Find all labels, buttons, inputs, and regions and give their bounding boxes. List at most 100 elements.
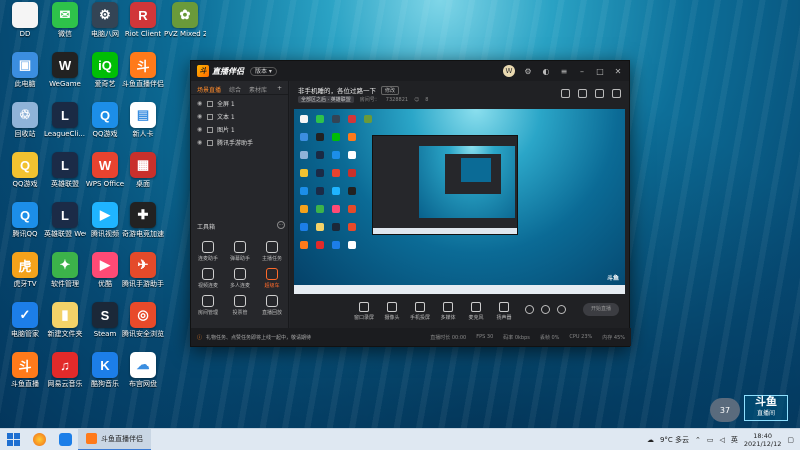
start-button[interactable] <box>0 429 26 450</box>
desktop-icon[interactable]: ✉ 微信 <box>44 2 86 38</box>
tab-assets[interactable]: 素材库 <box>249 85 267 94</box>
desktop-icon[interactable]: ✦ 软件管理 <box>44 252 86 288</box>
desktop-icon[interactable]: ▣ 此电脑 <box>4 52 46 88</box>
lock-icon[interactable] <box>578 89 587 98</box>
toolbox-item[interactable]: 多人连麦 <box>225 268 255 289</box>
toolbox-item[interactable]: 连麦助手 <box>193 241 223 262</box>
desktop-icon[interactable]: 斗斗鱼直播 <box>4 352 46 388</box>
notification-icon[interactable]: ▢ <box>787 436 794 444</box>
settings-icon[interactable]: ⚙ <box>523 67 533 76</box>
desktop-icon[interactable]: ✈ 腾讯手游助手 <box>122 252 164 288</box>
toolbox-item[interactable]: 房间管理 <box>193 295 223 316</box>
network-icon[interactable]: ▭ <box>707 436 714 444</box>
source-control[interactable]: 窗口录屏 <box>350 302 378 321</box>
desktop-icon[interactable]: ▶ 腾讯视频 <box>84 202 126 238</box>
taskbar-kugou[interactable] <box>52 429 78 450</box>
desktop-icon[interactable]: Q QQ游戏 <box>4 152 46 188</box>
weather-text[interactable]: 9°C 多云 <box>660 435 689 445</box>
refresh-icon[interactable] <box>595 89 604 98</box>
source-control[interactable]: 扬声器 <box>490 302 518 321</box>
desktop-icon[interactable]: 斗斗鱼直播伴侣 <box>122 52 164 88</box>
desktop-icon[interactable]: Q QQ游戏 <box>84 102 126 138</box>
menu-icon[interactable]: ≡ <box>559 67 569 76</box>
desktop-icon[interactable]: ♲ 回收站 <box>4 102 46 138</box>
desktop-icon[interactable]: K 酷狗音乐 <box>84 352 126 388</box>
add-scene-icon[interactable]: + <box>277 85 282 92</box>
source-control-icon <box>415 302 425 312</box>
skin-icon[interactable]: ◐ <box>541 67 551 76</box>
desktop-icon[interactable]: ◎ 腾讯安全浏览器 <box>122 302 164 338</box>
edit-title-button[interactable]: 修改 <box>381 85 400 95</box>
toolbox-item[interactable]: 主播任务 <box>257 241 287 262</box>
desktop-icon[interactable]: ☁ 布宫网盘 <box>122 352 164 388</box>
desktop-icon[interactable]: S Steam <box>84 302 126 338</box>
desktop-icon[interactable]: 虎虎牙TV <box>4 252 46 288</box>
preview-icon <box>316 187 324 195</box>
desktop-icon[interactable]: W WPS Office <box>84 152 126 188</box>
toolbox-item-icon <box>234 268 246 280</box>
desktop-icon[interactable]: ⚙ 电脑八网 <box>84 2 126 38</box>
scene-row[interactable]: ◉ 腾讯手游助手 <box>191 136 288 149</box>
desktop-icon[interactable]: ▦ 桌面 <box>122 152 164 188</box>
visibility-eye-icon[interactable]: ◉ <box>197 126 203 133</box>
desktop-icon[interactable]: R Riot Client <box>122 2 164 38</box>
desktop-icon[interactable]: ▶ 优酷 <box>84 252 126 288</box>
source-control[interactable]: 手机投屏 <box>406 302 434 321</box>
desktop-icon[interactable]: W WeGame <box>44 52 86 88</box>
grid-icon[interactable] <box>561 89 570 98</box>
tray-chevron-icon[interactable]: ⌃ <box>695 436 701 444</box>
stream-preview[interactable]: 斗鱼 <box>294 109 625 294</box>
toolbox-more-icon[interactable]: ⋯ <box>277 221 285 229</box>
desktop-icon[interactable]: ✓ 电脑管家 <box>4 302 46 338</box>
desktop-icon[interactable]: ▮ 新建文件夹 <box>44 302 86 338</box>
toolbox-item[interactable]: 视频连麦 <box>193 268 223 289</box>
desktop-icon[interactable]: ✚ 奇游电竞加速器 <box>122 202 164 238</box>
toolbox-item-label: 弹幕助手 <box>229 256 250 262</box>
desktop-icon-label: 斗鱼直播伴侣 <box>122 80 164 88</box>
visibility-eye-icon[interactable]: ◉ <box>197 100 203 107</box>
toolbox-item[interactable]: 直播回放 <box>257 295 287 316</box>
desktop-icon[interactable]: ♫ 网易云音乐 <box>44 352 86 388</box>
desktop-icon[interactable]: DD <box>4 2 46 38</box>
tab-general[interactable]: 综合 <box>229 85 241 94</box>
desktop-icon-label: DD <box>19 30 31 38</box>
avatar[interactable]: W <box>503 65 515 77</box>
desktop-app-icon: ▮ <box>52 302 78 328</box>
desktop-icon[interactable]: Q 腾讯QQ <box>4 202 46 238</box>
desktop-icon[interactable]: ✿ PVZ Mixed 2.05 RTM... <box>164 2 206 38</box>
scene-row[interactable]: ◉ 全屏 1 <box>191 97 288 110</box>
source-control[interactable]: 多媒体 <box>434 302 462 321</box>
volume-icon[interactable]: ◁ <box>720 436 725 444</box>
clock[interactable]: 18:40 2021/12/12 <box>744 432 781 448</box>
desktop-icon[interactable]: ▤ 新人卡 <box>122 102 164 138</box>
visibility-eye-icon[interactable]: ◉ <box>197 113 203 120</box>
taskbar-browser[interactable] <box>26 429 52 450</box>
toolbox-item[interactable]: 投票管 <box>225 295 255 316</box>
desktop-icon[interactable]: L LeagueCli... - 快捷方式 <box>44 102 86 138</box>
tab-scene[interactable]: 场景直播 <box>197 85 221 94</box>
toolbox-item[interactable]: 弹幕助手 <box>225 241 255 262</box>
taskbar-active-app[interactable]: 斗鱼直播伴侣 <box>78 428 151 450</box>
scene-row[interactable]: ◉ 图片 1 <box>191 123 288 136</box>
toolbox-item[interactable]: 超级车 <box>257 268 287 289</box>
version-badge[interactable]: 版本 ▾ <box>250 66 277 76</box>
room-category[interactable]: 全部区之后 · 英雄联盟 <box>298 96 354 103</box>
settings-icon[interactable] <box>557 305 566 314</box>
source-control[interactable]: 摄像头 <box>378 302 406 321</box>
source-control-icon <box>387 302 397 312</box>
start-live-button[interactable]: 开始直播 <box>583 303 619 316</box>
kugou-icon <box>58 433 72 446</box>
ime-indicator[interactable]: 英 <box>731 435 738 445</box>
desktop-icon[interactable]: iQ 爱奇艺 <box>84 52 126 88</box>
desktop-icon[interactable]: L 英雄联盟 <box>44 152 86 188</box>
record-icon[interactable] <box>525 305 534 314</box>
scene-row[interactable]: ◉ 文本 1 <box>191 110 288 123</box>
stats-icon[interactable] <box>541 305 550 314</box>
more-icon[interactable] <box>612 89 621 98</box>
minimize-icon[interactable]: – <box>577 67 587 76</box>
source-control[interactable]: 麦克风 <box>462 302 490 321</box>
maximize-icon[interactable]: □ <box>595 67 605 76</box>
desktop-icon[interactable]: L 英雄联盟 WeGame版 <box>44 202 86 238</box>
visibility-eye-icon[interactable]: ◉ <box>197 139 203 146</box>
close-icon[interactable]: ✕ <box>613 67 623 76</box>
